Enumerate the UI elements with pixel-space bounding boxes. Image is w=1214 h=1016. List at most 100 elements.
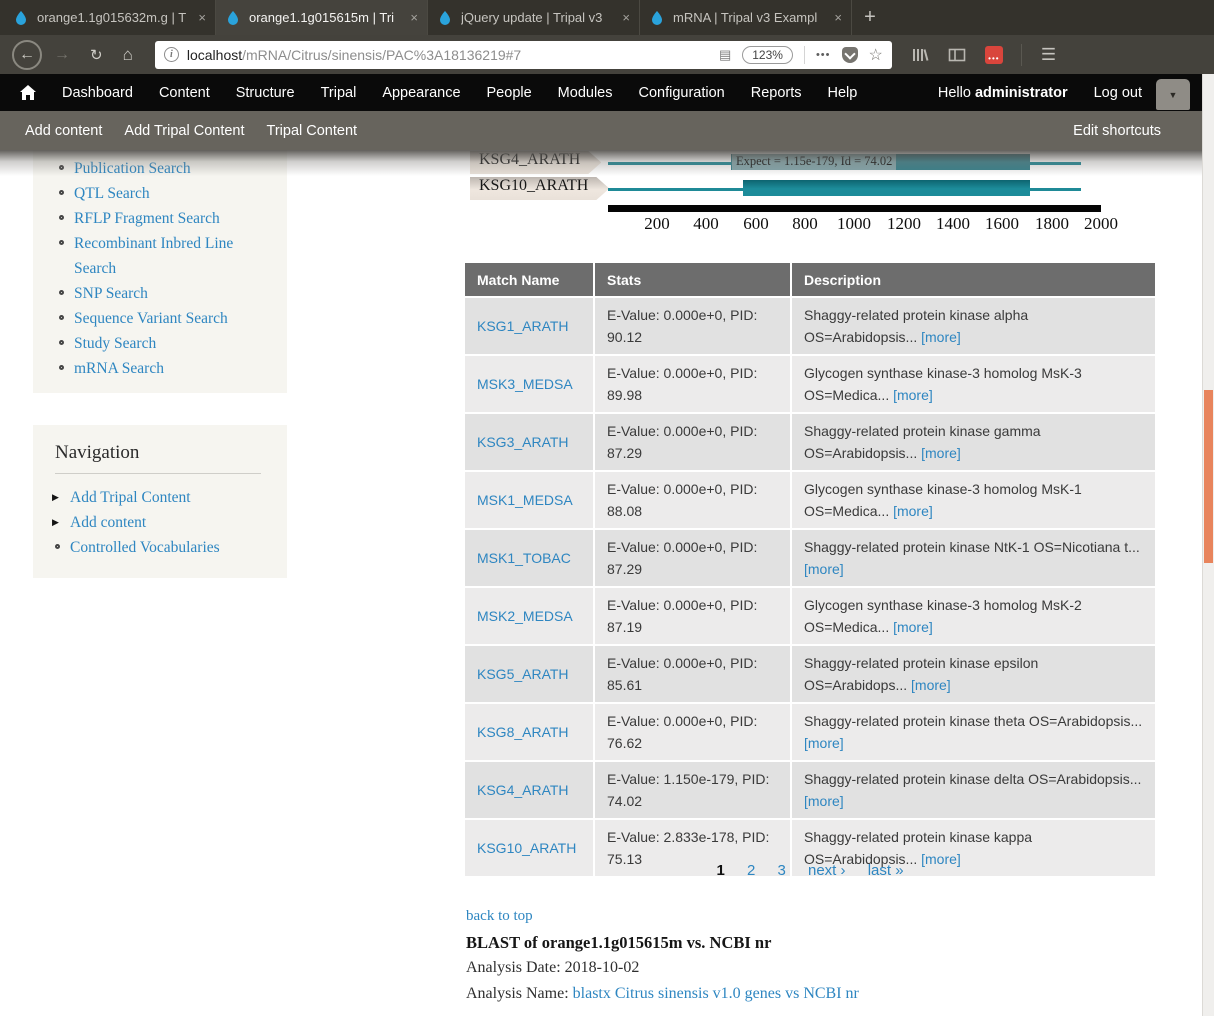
logout-link[interactable]: Log out bbox=[1094, 85, 1142, 101]
hit-bar[interactable] bbox=[743, 180, 1030, 196]
bookmark-star-icon[interactable]: ☆ bbox=[869, 45, 883, 65]
toolbar-toggle-button[interactable]: ▼ bbox=[1156, 79, 1190, 110]
tab-title: mRNA | Tripal v3 Exampl bbox=[673, 10, 826, 25]
scrollbar-thumb[interactable] bbox=[1204, 390, 1213, 563]
edit-shortcuts-link[interactable]: Edit shortcuts bbox=[1073, 123, 1161, 139]
reader-mode-icon[interactable]: ▤ bbox=[719, 47, 731, 63]
match-name-link[interactable]: KSG1_ARATH bbox=[477, 318, 569, 334]
more-link[interactable]: [more] bbox=[921, 445, 961, 461]
tab-close-icon[interactable]: × bbox=[410, 10, 418, 25]
next-page-link[interactable]: next › bbox=[808, 862, 846, 879]
shortcut-link[interactable]: Tripal Content bbox=[267, 123, 358, 139]
tab-close-icon[interactable]: × bbox=[834, 10, 842, 25]
browser-tab[interactable]: orange1.1g015615m | Tri × bbox=[216, 0, 428, 35]
stats-cell: E-Value: 0.000e+0, PID: 87.29 bbox=[593, 412, 790, 470]
more-link[interactable]: [more] bbox=[893, 387, 933, 403]
circle-bullet-icon bbox=[59, 290, 64, 295]
browser-tab[interactable]: orange1.1g015632m.g | T × bbox=[4, 0, 216, 35]
sidebar-nav-link[interactable]: Add Tripal Content bbox=[70, 489, 191, 506]
page-actions-icon[interactable]: ••• bbox=[816, 49, 831, 61]
more-link[interactable]: [more] bbox=[804, 793, 844, 809]
more-link[interactable]: [more] bbox=[804, 561, 844, 577]
analysis-name: Analysis Name: blastx Citrus sinensis v1… bbox=[466, 985, 859, 1003]
more-link[interactable]: [more] bbox=[893, 619, 933, 635]
library-icon[interactable] bbox=[911, 47, 929, 63]
sidebar-search-link[interactable]: mRNA Search bbox=[74, 360, 164, 377]
last-page-link[interactable]: last » bbox=[868, 862, 904, 879]
admin-menu-item[interactable]: Content bbox=[159, 85, 210, 101]
sidebar-toggle-icon[interactable] bbox=[948, 47, 966, 63]
match-name-link[interactable]: KSG8_ARATH bbox=[477, 724, 569, 740]
sidebar-search-link[interactable]: Recombinant Inbred Line Search bbox=[74, 235, 233, 277]
match-name-link[interactable]: KSG4_ARATH bbox=[477, 782, 569, 798]
admin-menu-item[interactable]: Modules bbox=[558, 85, 613, 101]
sidebar-search-link[interactable]: RFLP Fragment Search bbox=[74, 210, 220, 227]
sidebar-nav-link[interactable]: Add content bbox=[70, 514, 146, 531]
table-row: MSK1_TOBAC E-Value: 0.000e+0, PID: 87.29… bbox=[465, 528, 1155, 586]
table-row: KSG3_ARATH E-Value: 0.000e+0, PID: 87.29… bbox=[465, 412, 1155, 470]
hit-bar[interactable]: Expect = 1.15e-179, Id = 74.02 bbox=[731, 154, 1030, 170]
admin-menu-item[interactable]: Tripal bbox=[321, 85, 357, 101]
tab-close-icon[interactable]: × bbox=[198, 10, 206, 25]
url-bar[interactable]: i localhost/mRNA/Citrus/sinensis/PAC%3A1… bbox=[155, 41, 892, 69]
browser-tab[interactable]: jQuery update | Tripal v3 × bbox=[428, 0, 640, 35]
sidebar-nav-link[interactable]: Controlled Vocabularies bbox=[70, 539, 220, 556]
match-name-link[interactable]: KSG3_ARATH bbox=[477, 434, 569, 450]
admin-home-icon[interactable] bbox=[20, 85, 36, 100]
analysis-name-label: Analysis Name: bbox=[466, 985, 573, 1002]
page-link[interactable]: 3 bbox=[777, 862, 785, 879]
back-button[interactable]: ← bbox=[12, 40, 42, 70]
match-name-link[interactable]: MSK1_TOBAC bbox=[477, 550, 571, 566]
axis-tick-label: 400 bbox=[671, 214, 741, 234]
sidebar-search-link[interactable]: SNP Search bbox=[74, 285, 148, 302]
shortcut-link[interactable]: Add content bbox=[25, 123, 102, 139]
sidebar-search-link[interactable]: Study Search bbox=[74, 335, 156, 352]
forward-button[interactable]: → bbox=[46, 46, 78, 64]
shortcut-link[interactable]: Add Tripal Content bbox=[124, 123, 244, 139]
browser-tab[interactable]: mRNA | Tripal v3 Exampl × bbox=[640, 0, 852, 35]
admin-menu-item[interactable]: Help bbox=[828, 85, 858, 101]
admin-menu-item[interactable]: People bbox=[487, 85, 532, 101]
admin-menu-item[interactable]: Structure bbox=[236, 85, 295, 101]
sidebar-search-item: mRNA Search bbox=[59, 356, 275, 381]
browser-toolbar: ← → ↻ ⌂ i localhost/mRNA/Citrus/sinensis… bbox=[0, 35, 1214, 74]
match-name-link[interactable]: KSG5_ARATH bbox=[477, 666, 569, 682]
match-name-link[interactable]: MSK2_MEDSA bbox=[477, 608, 573, 624]
new-tab-button[interactable]: + bbox=[852, 0, 888, 35]
back-to-top-link[interactable]: back to top bbox=[466, 908, 533, 925]
drupal-favicon-icon bbox=[13, 10, 29, 26]
greeting-prefix: Hello bbox=[938, 85, 975, 101]
site-info-icon[interactable]: i bbox=[164, 47, 179, 62]
drupal-favicon-icon bbox=[649, 10, 665, 26]
circle-bullet-icon bbox=[59, 215, 64, 220]
admin-menu-item[interactable]: Configuration bbox=[638, 85, 724, 101]
page-link[interactable]: 2 bbox=[747, 862, 755, 879]
more-link[interactable]: [more] bbox=[921, 329, 961, 345]
admin-menu-item[interactable]: Dashboard bbox=[62, 85, 133, 101]
admin-menu-item[interactable]: Reports bbox=[751, 85, 802, 101]
more-link[interactable]: [more] bbox=[804, 735, 844, 751]
home-button[interactable]: ⌂ bbox=[115, 45, 141, 65]
analysis-name-link[interactable]: blastx Citrus sinensis v1.0 genes vs NCB… bbox=[573, 985, 859, 1002]
sidebar-search-link[interactable]: Sequence Variant Search bbox=[74, 310, 228, 327]
menu-icon[interactable]: ☰ bbox=[1041, 45, 1056, 65]
sidebar-search-link[interactable]: QTL Search bbox=[74, 185, 150, 202]
reload-button[interactable]: ↻ bbox=[82, 46, 111, 64]
table-row: KSG4_ARATH E-Value: 1.150e-179, PID: 74.… bbox=[465, 760, 1155, 818]
match-name-link[interactable]: KSG10_ARATH bbox=[477, 840, 576, 856]
axis-tick-label: 800 bbox=[770, 214, 840, 234]
admin-menu-item[interactable]: Appearance bbox=[382, 85, 460, 101]
match-name-link[interactable]: MSK1_MEDSA bbox=[477, 492, 573, 508]
zoom-level-badge[interactable]: 123% bbox=[742, 46, 793, 64]
sidebar-search-item: Publication Search bbox=[59, 156, 275, 181]
tab-close-icon[interactable]: × bbox=[622, 10, 630, 25]
extension-icon[interactable]: ••• bbox=[985, 46, 1003, 64]
stats-cell: E-Value: 1.150e-179, PID: 74.02 bbox=[593, 760, 790, 818]
more-link[interactable]: [more] bbox=[911, 677, 951, 693]
admin-toolbar: Dashboard Content Structure Tripal Appea… bbox=[0, 74, 1214, 111]
page-scrollbar[interactable] bbox=[1202, 74, 1214, 1016]
more-link[interactable]: [more] bbox=[893, 503, 933, 519]
pocket-icon[interactable] bbox=[842, 47, 858, 63]
match-name-link[interactable]: MSK3_MEDSA bbox=[477, 376, 573, 392]
sidebar-search-link[interactable]: Publication Search bbox=[74, 160, 191, 177]
